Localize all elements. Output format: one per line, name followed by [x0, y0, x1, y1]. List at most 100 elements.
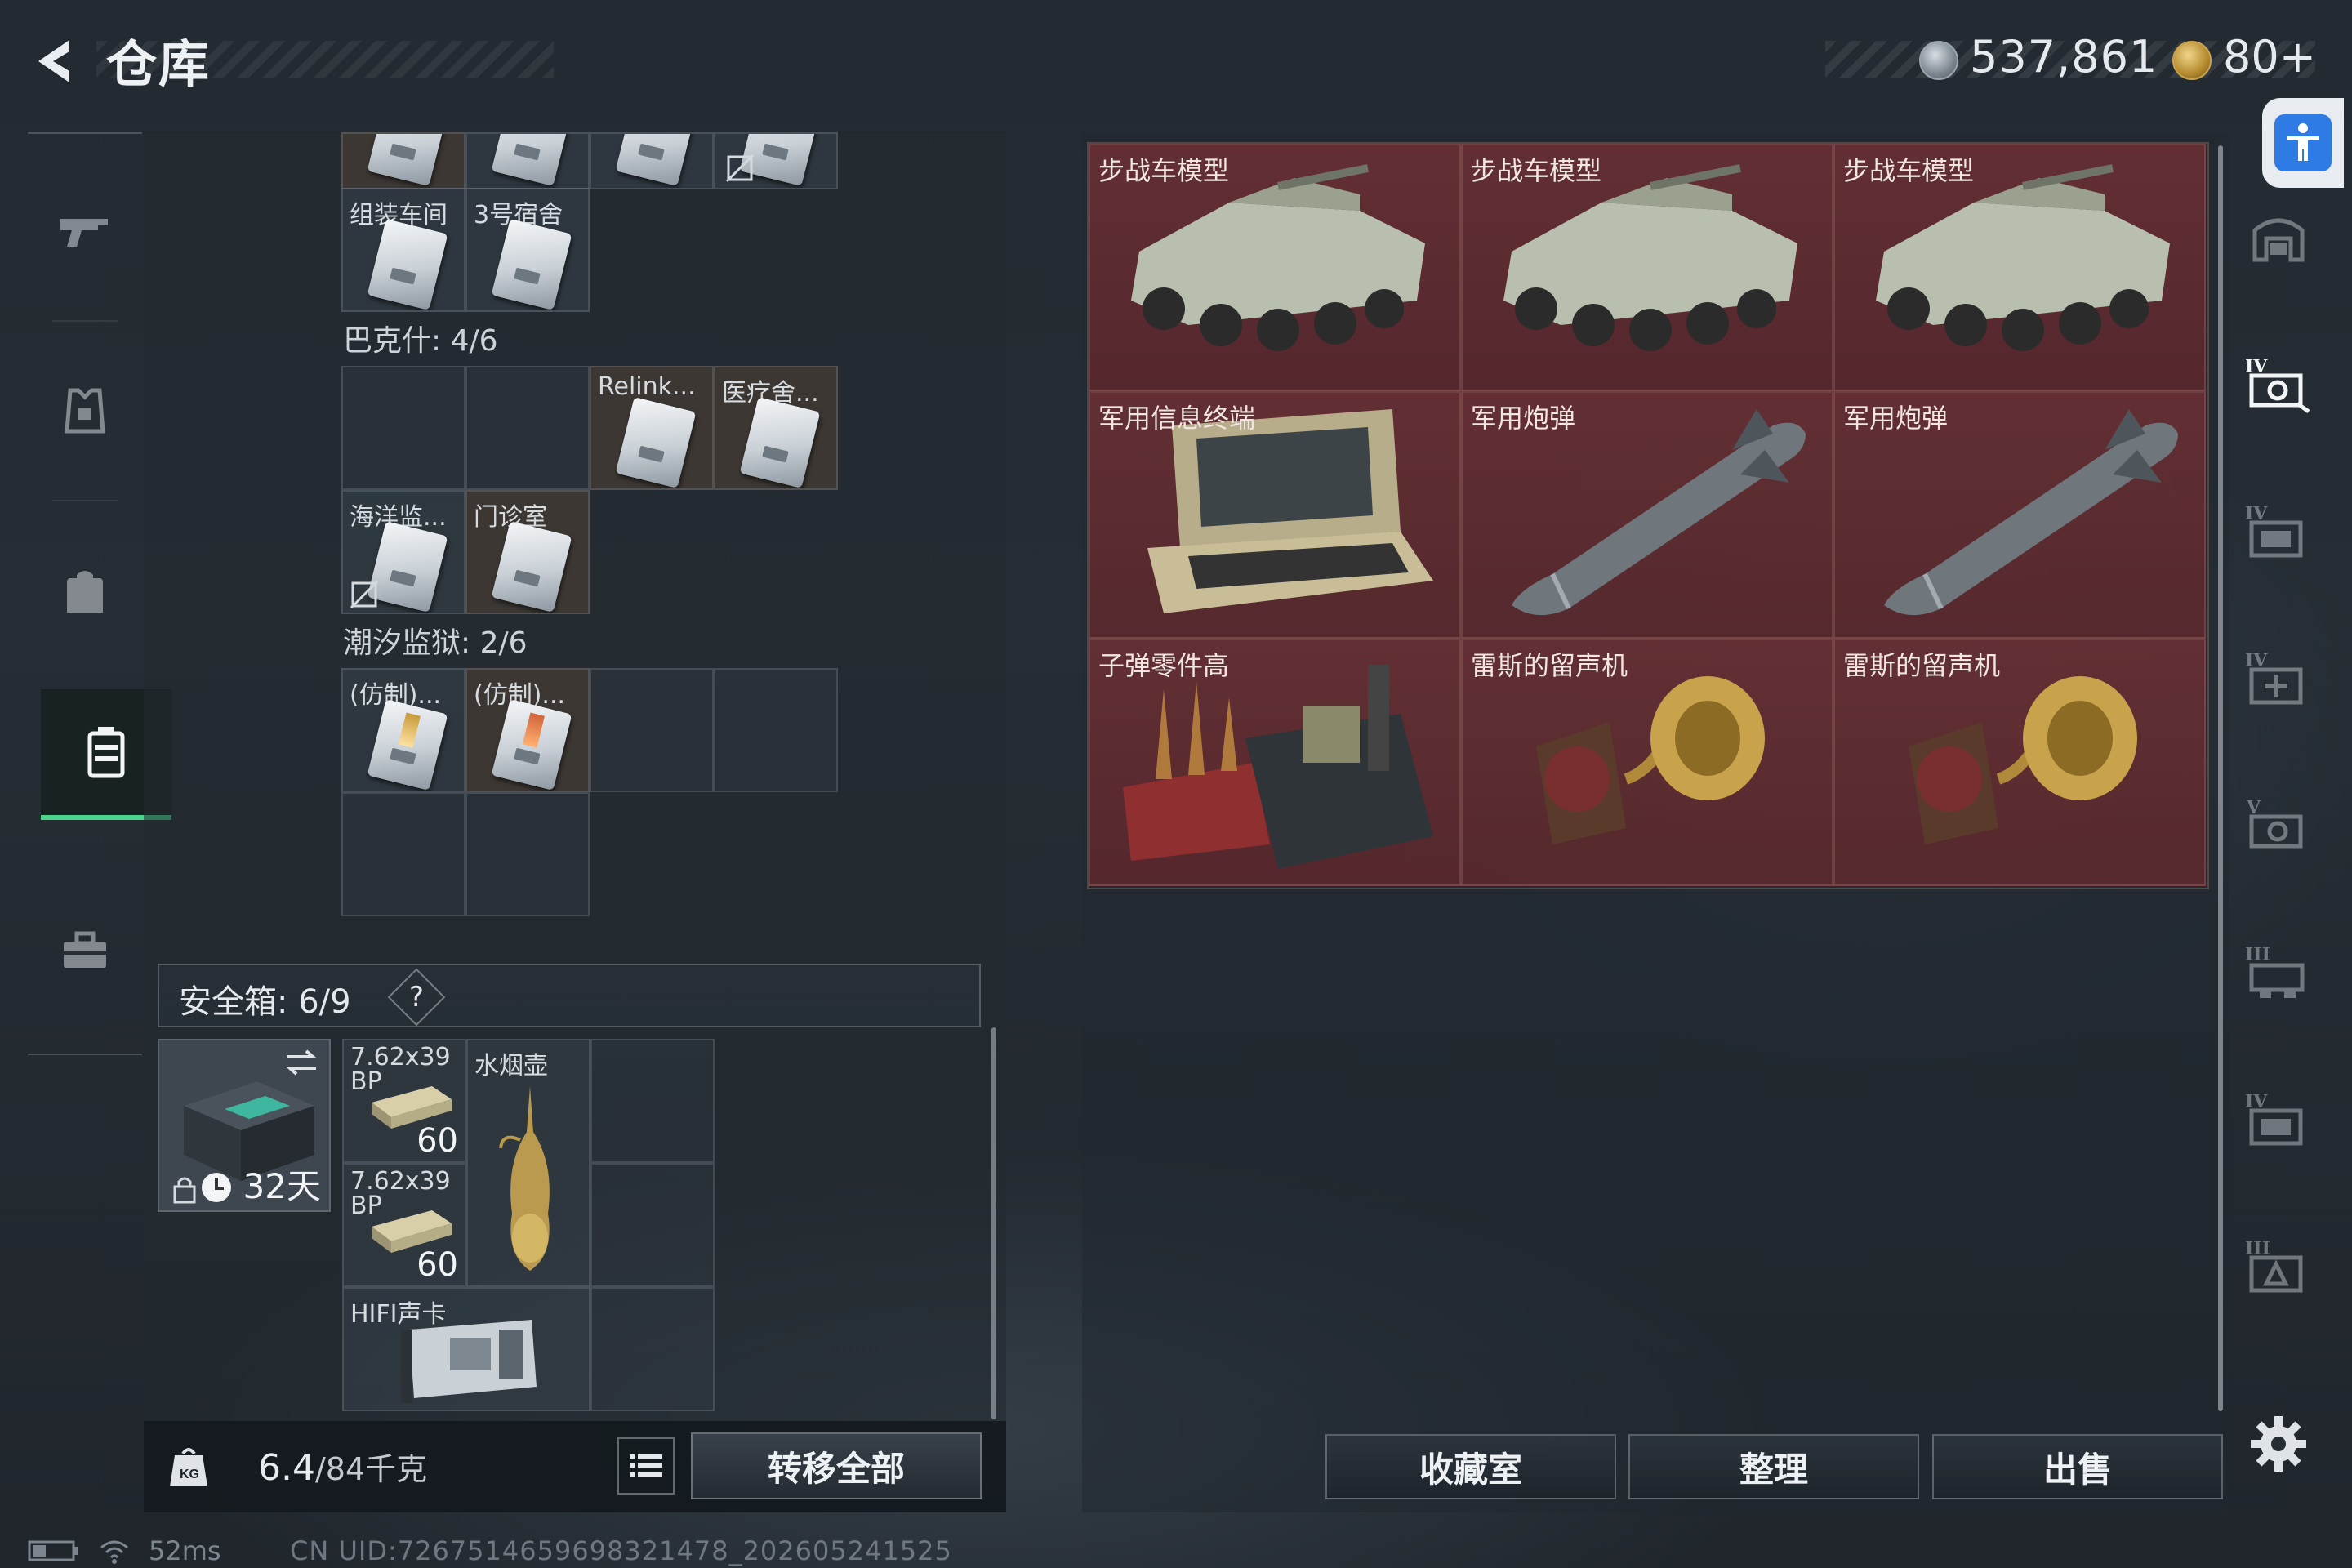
tab-warehouse-3-a[interactable]: III [2238, 923, 2319, 1021]
back-button[interactable] [24, 33, 82, 90]
battery-icon [28, 1540, 78, 1561]
ammo-slot[interactable]: 7.62x39 BP 60 [342, 1163, 466, 1287]
warehouse-item[interactable]: 军用炮弹 [1833, 391, 2206, 639]
item-label: 军用信息终端 [1098, 403, 1256, 434]
gear-icon[interactable] [2247, 1413, 2310, 1475]
stack-count: 60 [416, 1122, 458, 1160]
key-card-slot[interactable] [590, 132, 714, 189]
sell-button[interactable]: 出售 [1932, 1434, 2223, 1499]
sort-button[interactable]: 整理 [1628, 1434, 1919, 1499]
warehouse-item[interactable]: 子弹零件高 [1089, 639, 1461, 886]
weight-icon: KG [170, 1448, 207, 1486]
empty-slot[interactable] [590, 668, 714, 792]
premium-currency-icon [2172, 41, 2212, 80]
currency-premium[interactable]: 80+ [2223, 31, 2316, 82]
empty-slot[interactable] [466, 792, 590, 916]
item-label: 步战车模型 [1471, 155, 1602, 186]
clock-icon [202, 1173, 231, 1202]
key-card-slot[interactable]: 医疗舍... [714, 366, 838, 490]
warehouse-icon [2252, 218, 2305, 262]
safe-box-item[interactable]: 32天 [158, 1039, 331, 1212]
collection-room-button[interactable]: 收藏室 [1325, 1434, 1616, 1499]
tab-warehouse-4-c[interactable]: IV [2238, 629, 2319, 727]
list-view-button[interactable] [617, 1437, 675, 1494]
tab-warehouse-overview[interactable] [2238, 188, 2319, 286]
warehouse-item[interactable]: 步战车模型 [1833, 144, 2206, 391]
hookah-slot[interactable]: 水烟壶 [466, 1039, 590, 1287]
empty-slot[interactable] [590, 1163, 715, 1287]
empty-slot[interactable] [341, 792, 466, 916]
swap-icon [285, 1049, 318, 1076]
warehouse-item[interactable]: 步战车模型 [1089, 144, 1461, 391]
key-card-slot[interactable]: (仿制)... [341, 668, 466, 792]
key-card-slot[interactable]: Relink... [590, 366, 714, 490]
ammo-slot[interactable]: 7.62x39 BP 60 [342, 1039, 466, 1163]
backpack-icon [67, 571, 103, 612]
list-icon [630, 1454, 662, 1477]
system-status: 52ms [28, 1535, 221, 1566]
weight-display: 6.4/84千克 [258, 1444, 427, 1489]
item-label: 雷斯的留声机 [1843, 650, 2001, 681]
back-arrow-icon [38, 40, 69, 82]
item-label: 子弹零件高 [1098, 650, 1230, 681]
transfer-all-button[interactable]: 转移全部 [691, 1432, 982, 1499]
coin-icon [1919, 41, 1958, 80]
key-card-slot[interactable]: 组装车间 [341, 188, 466, 312]
svg-text:KG: KG [180, 1468, 199, 1481]
empty-slot[interactable] [714, 668, 838, 792]
warehouse-item[interactable]: 雷斯的留声机 [1833, 639, 2206, 886]
key-card-slot[interactable] [466, 132, 590, 189]
toolbox-icon [64, 931, 106, 968]
ping-value: 52ms [149, 1535, 221, 1566]
tab-warehouse-3-b[interactable]: III [2238, 1217, 2319, 1315]
sound-card-slot[interactable]: HIFI声卡 [342, 1287, 590, 1411]
tab-warehouse-4-d[interactable]: IV [2238, 1070, 2319, 1168]
item-label: 步战车模型 [1843, 155, 1975, 186]
key-card-slot[interactable]: 海洋监... [341, 490, 466, 614]
warehouse-panel: 步战车模型 步战车模型 步战车模型 军用信息终端 军用炮弹 军用炮弹 子弹零件高 [1082, 132, 2230, 1512]
tab-warehouse-5[interactable]: V [2238, 776, 2319, 874]
nav-weapons[interactable] [28, 167, 142, 297]
unbound-icon [350, 580, 379, 609]
container-icon [87, 727, 125, 778]
item-label: 军用炮弹 [1471, 403, 1576, 434]
item-label: 步战车模型 [1098, 155, 1230, 186]
key-card-slot[interactable]: (仿制)... [466, 668, 590, 792]
item-label: 雷斯的留声机 [1471, 650, 1628, 681]
storage-tier-icon: IV [2245, 503, 2303, 558]
warehouse-item[interactable]: 军用信息终端 [1089, 391, 1461, 639]
warehouse-item[interactable]: 雷斯的留声机 [1461, 639, 1833, 886]
empty-slot[interactable] [590, 1287, 715, 1411]
key-card-slot[interactable]: 门诊室 [466, 490, 590, 614]
lock-icon [173, 1177, 196, 1204]
warehouse-item[interactable]: 步战车模型 [1461, 144, 1833, 391]
safe-box-duration: 32天 [243, 1166, 321, 1206]
accessibility-button[interactable] [2262, 98, 2344, 188]
warehouse-scrollbar[interactable] [2218, 145, 2223, 1411]
warehouse-item[interactable]: 军用炮弹 [1461, 391, 1833, 639]
empty-slot[interactable] [590, 1039, 715, 1163]
storage-tier-icon: IV [2245, 1091, 2303, 1146]
safe-box-header: 安全箱: 6/9 ? [158, 964, 981, 1027]
nav-backpack[interactable] [28, 526, 142, 657]
stack-count: 60 [416, 1246, 458, 1284]
nav-armor[interactable] [28, 346, 142, 477]
tab-warehouse-4-b[interactable]: IV [2238, 482, 2319, 580]
svg-text:III: III [2245, 944, 2270, 965]
key-card-slot[interactable] [714, 132, 838, 189]
empty-slot[interactable] [341, 366, 466, 490]
help-button[interactable]: ? [387, 968, 446, 1027]
key-card-slot[interactable]: 3号宿舍 [466, 188, 590, 312]
nav-toolbox[interactable] [28, 885, 142, 1016]
help-icon: ? [408, 980, 425, 1013]
sound-card-icon [401, 1320, 537, 1403]
tab-warehouse-4-a[interactable]: IV [2238, 335, 2319, 433]
container-scrollbar[interactable] [991, 1027, 996, 1419]
empty-slot[interactable] [466, 366, 590, 490]
hookah-icon [499, 1086, 550, 1271]
user-uid: CN UID:7267514659698321478_202605241525 [290, 1535, 952, 1566]
wifi-icon [100, 1540, 128, 1564]
storage-tier-icon: IV [2245, 650, 2303, 705]
storage-tier-icon: III [2245, 944, 2305, 998]
key-card-slot[interactable] [341, 132, 466, 189]
